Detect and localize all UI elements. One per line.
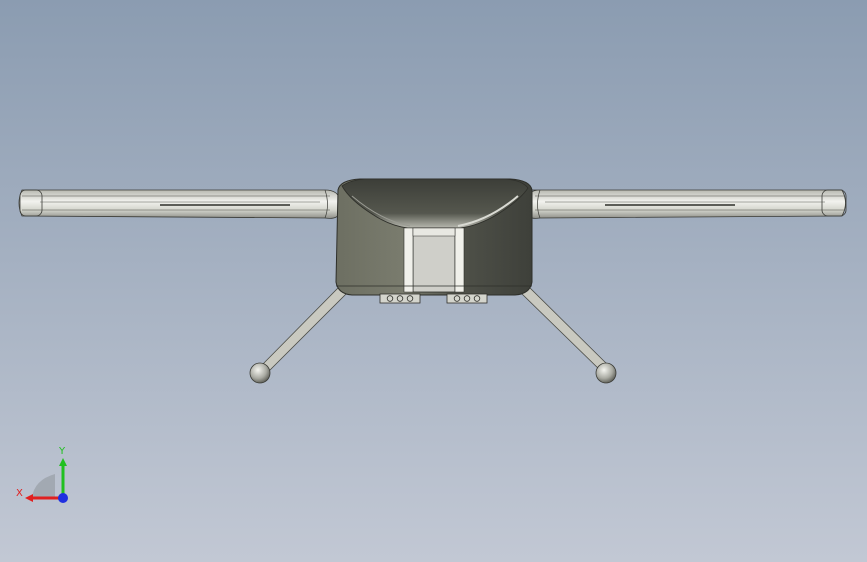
x-axis-label: X	[16, 488, 23, 499]
drone-body	[335, 178, 533, 296]
left-foot	[249, 362, 271, 384]
drone-model[interactable]	[0, 0, 867, 562]
center-panel	[412, 227, 456, 293]
right-leg	[519, 287, 617, 384]
left-arm	[18, 189, 341, 219]
z-axis-dot	[58, 493, 68, 503]
3d-viewport[interactable]: Y X	[0, 0, 867, 562]
x-axis-arrow	[25, 494, 33, 502]
triad-plane	[32, 474, 55, 498]
y-axis-arrow	[59, 458, 67, 466]
right-arm	[525, 189, 847, 219]
left-connector	[379, 293, 421, 304]
axis-triad: Y X	[16, 446, 68, 503]
left-leg	[249, 287, 349, 384]
right-connector	[446, 293, 488, 304]
right-foot	[595, 362, 617, 384]
y-axis-label: Y	[58, 446, 66, 457]
